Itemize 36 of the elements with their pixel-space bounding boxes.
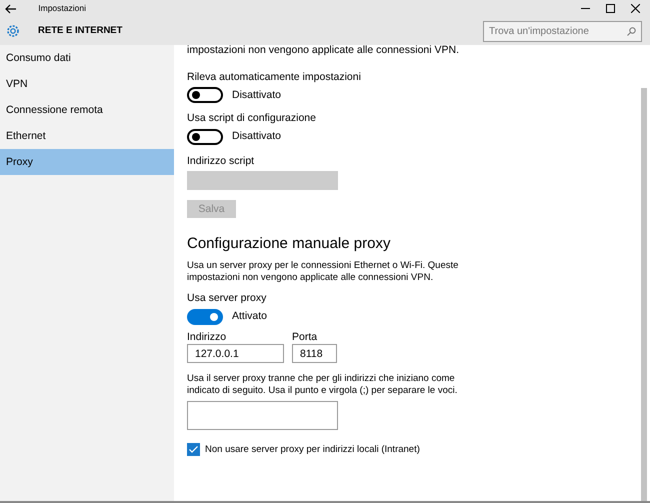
gear-icon — [6, 24, 20, 38]
checkbox-label: Non usare server proxy per indirizzi locali (Intranet) — [205, 444, 420, 456]
sidebar-item[interactable]: Ethernet — [0, 123, 174, 149]
toggle-switch[interactable] — [187, 128, 223, 145]
section-heading: Configurazione manuale proxy — [187, 235, 390, 254]
field-label: Indirizzo script — [187, 154, 254, 168]
description-text: Usa il server proxy tranne che per gli indirizzi che iniziano come indicato di seguito. Usa il punto e virgola (;) per separare le voci. — [187, 373, 458, 396]
exceptions-field[interactable] — [187, 401, 338, 430]
toggle-state: Disattivato — [232, 88, 282, 102]
checkbox[interactable] — [187, 443, 200, 456]
sidebar-item[interactable]: Connessione remota — [0, 97, 174, 123]
toggle-state: Disattivato — [232, 130, 282, 144]
setting-label: Usa server proxy — [187, 292, 266, 305]
close-icon[interactable] — [630, 4, 640, 13]
maximize-icon[interactable] — [606, 4, 615, 13]
checkmark-icon — [189, 446, 198, 454]
description-text: impostazioni non vengono applicate alle connessioni VPN. — [187, 44, 460, 57]
sidebar-item[interactable]: Consumo dati — [0, 45, 174, 71]
section-title: RETE E INTERNET — [38, 25, 122, 37]
setting-label: Rileva automaticamente impostazioni — [187, 70, 361, 84]
address-field[interactable]: 127.0.0.1 — [187, 344, 284, 364]
sidebar-item[interactable]: Proxy — [0, 149, 174, 175]
window-title: Impostazioni — [38, 3, 86, 14]
field-label: Indirizzo — [187, 330, 226, 344]
sidebar-item[interactable]: VPN — [0, 71, 174, 97]
search-icon[interactable] — [627, 26, 636, 36]
field-label: Porta — [292, 330, 318, 344]
setting-label: Usa script di configurazione — [187, 112, 316, 125]
search-field[interactable]: Trova un'impostazione — [483, 20, 642, 42]
port-field[interactable]: 8118 — [292, 344, 337, 364]
scrollbar-thumb[interactable] — [641, 88, 647, 501]
toggle-switch[interactable] — [187, 308, 223, 325]
toggle-switch[interactable] — [187, 87, 223, 104]
toggle-state: Attivato — [232, 310, 268, 324]
back-icon[interactable] — [5, 4, 18, 14]
description-text: Usa un server proxy per le connessioni Ethernet o Wi-Fi. Queste impostazioni non vengono applicate alle connessioni VPN. — [187, 260, 460, 284]
